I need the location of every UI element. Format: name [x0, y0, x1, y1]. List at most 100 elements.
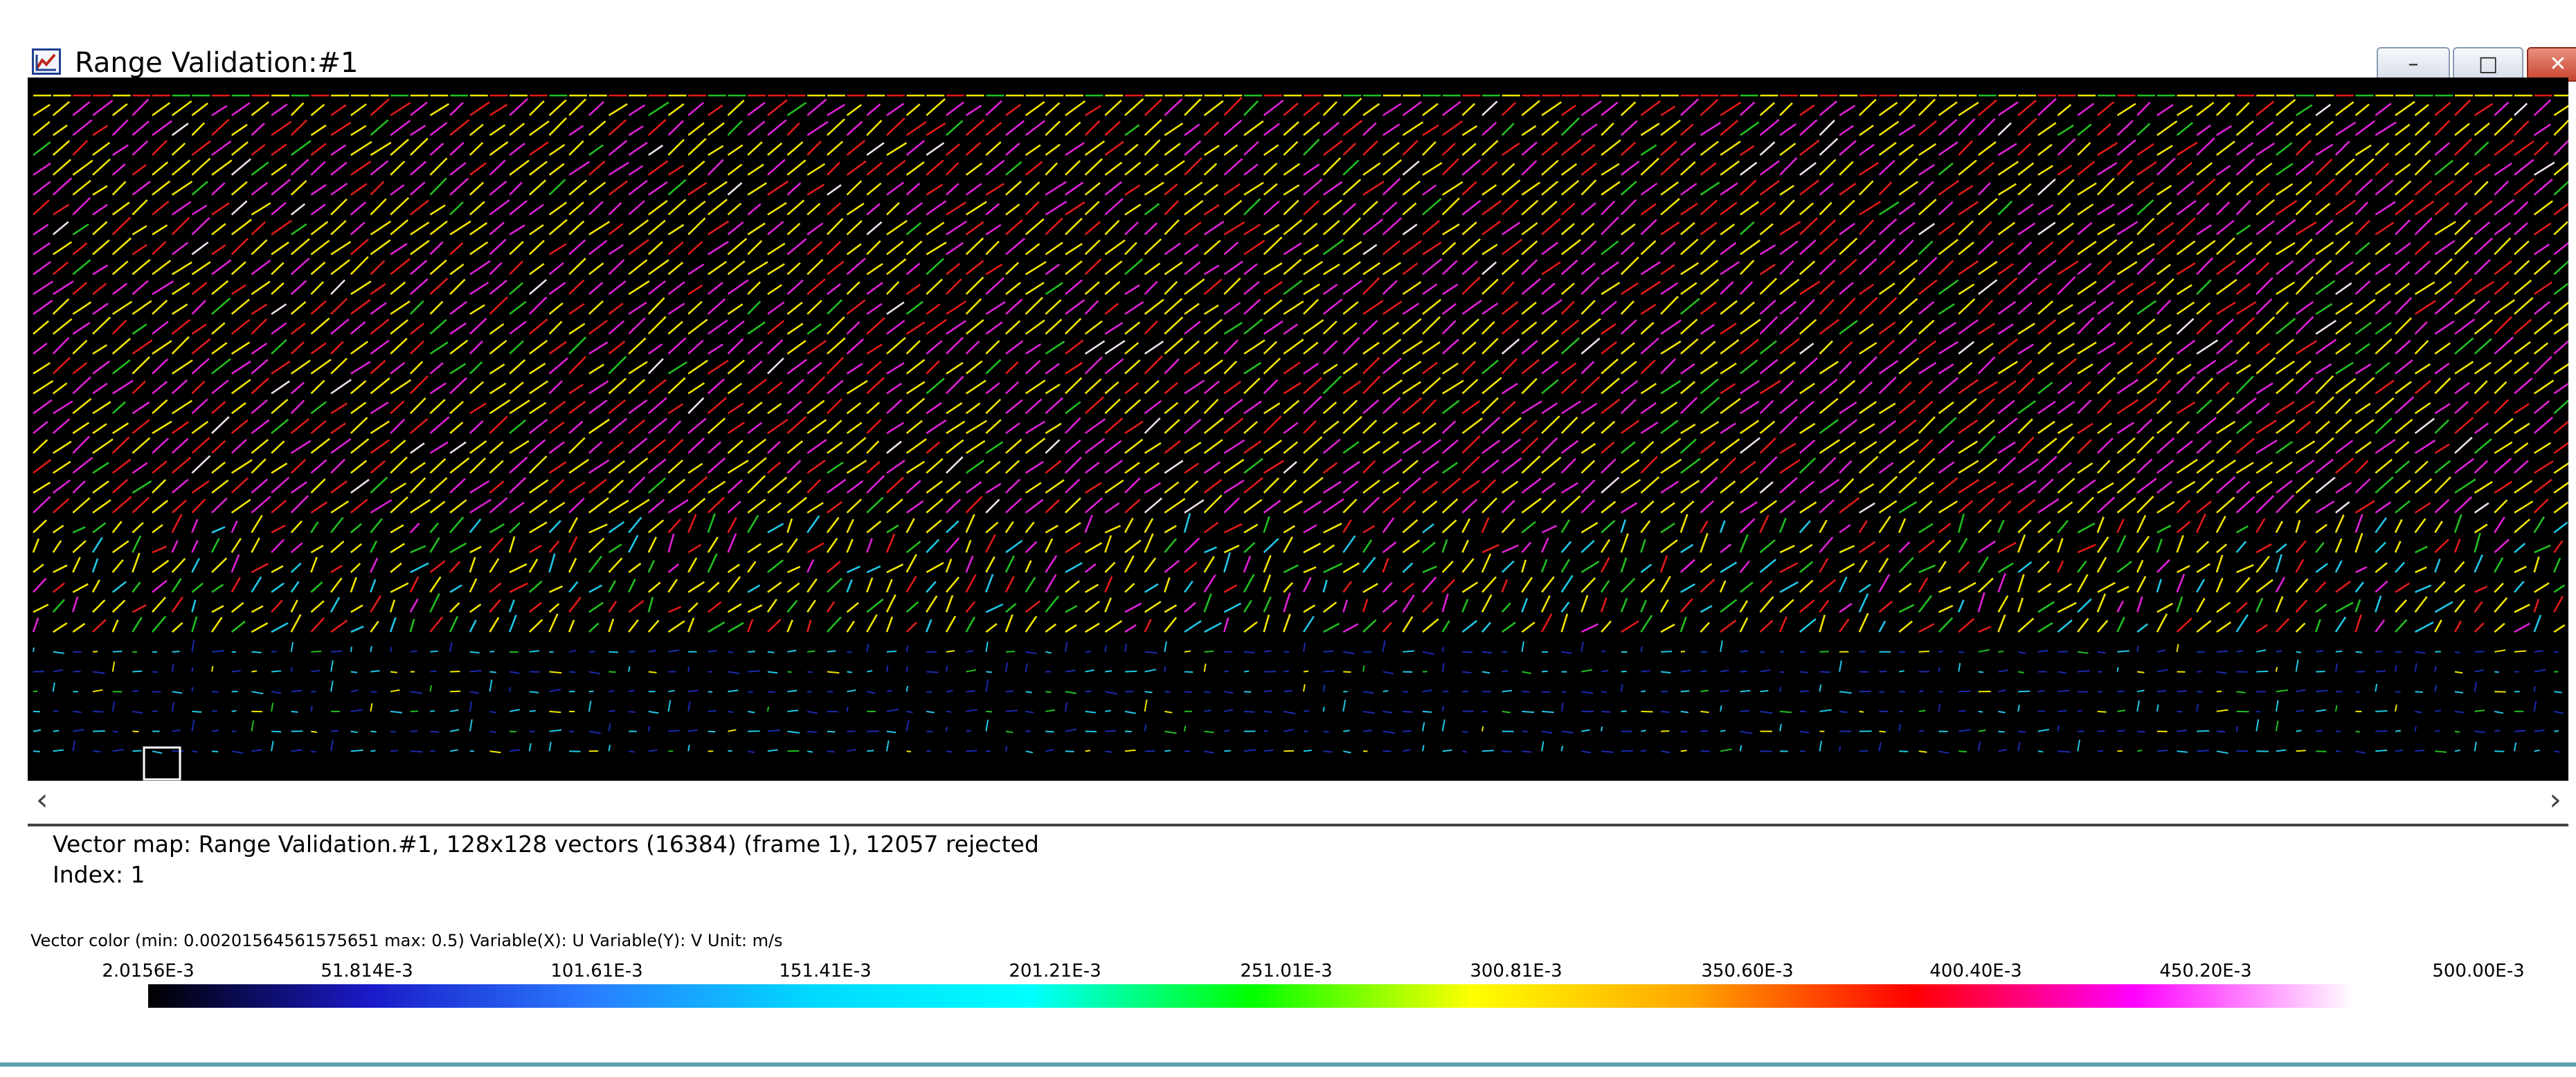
vector-arrow: [1104, 576, 1113, 593]
vector-arrow: [1620, 684, 1623, 692]
vector-arrow: [1005, 498, 1023, 514]
vector-arrow: [2057, 202, 2071, 216]
minimize-button[interactable]: –: [2377, 47, 2450, 82]
vector-arrow: [132, 437, 151, 454]
vector-arrow: [1918, 301, 1935, 315]
chevron-left-icon[interactable]: ‹: [36, 784, 48, 817]
vector-arrow: [1065, 201, 1086, 216]
vector-arrow: [2434, 142, 2450, 156]
vector-arrow: [271, 380, 290, 395]
vector-arrow: [1977, 398, 1996, 415]
vector-arrow: [2295, 377, 2314, 395]
vector-arrow: [132, 419, 150, 435]
vector-arrow: [1542, 691, 1551, 694]
vector-arrow: [2017, 705, 2020, 712]
vector-arrow: [548, 341, 567, 355]
vector-arrow: [1144, 379, 1160, 395]
vector-arrow: [1839, 419, 1858, 435]
vector-arrow: [1541, 482, 1556, 494]
vector-arrow: [231, 554, 240, 573]
vector-arrow: [1878, 360, 1899, 374]
vector-arrow: [886, 159, 906, 176]
vector-arrow: [2494, 381, 2507, 395]
vector-arrow: [210, 538, 220, 553]
vector-arrow: [1045, 181, 1067, 196]
vector-arrow: [2196, 513, 2206, 534]
vector-arrow: [727, 303, 744, 315]
vector-arrow: [1283, 280, 1303, 296]
horizontal-scrollbar[interactable]: ‹ ›: [28, 781, 2568, 820]
vector-arrow: [1283, 323, 1299, 335]
vector-arrow: [1084, 600, 1100, 613]
vector-arrow: [409, 598, 419, 613]
vector-arrow: [1283, 479, 1297, 494]
vector-arrow: [2097, 322, 2111, 335]
vector-arrow: [926, 561, 944, 574]
vector-arrow: [1144, 482, 1162, 494]
vector-arrow: [1322, 375, 1342, 395]
vector-arrow: [350, 478, 370, 494]
vector-arrow: [2097, 362, 2111, 374]
vector-arrow: [1025, 577, 1036, 593]
vector-arrow: [2354, 120, 2375, 136]
vector-arrow: [1224, 750, 1231, 752]
vector-arrow: [945, 665, 948, 672]
vector-map-plot[interactable]: [28, 78, 2568, 781]
vector-arrow: [2514, 565, 2527, 574]
vector-arrow: [2136, 318, 2156, 335]
vector-arrow: [886, 650, 897, 653]
vector-arrow: [211, 666, 214, 672]
vector-arrow: [667, 478, 686, 494]
vector-arrow: [1144, 203, 1160, 216]
vector-arrow: [2097, 203, 2115, 216]
vector-arrow: [1461, 125, 1478, 136]
vector-arrow: [747, 261, 768, 275]
vector-arrow: [2414, 321, 2428, 335]
vector-arrow: [1620, 519, 1627, 533]
vector-arrow: [2514, 500, 2534, 514]
vector-arrow: [1918, 709, 1926, 712]
vector-arrow: [2216, 339, 2233, 355]
vector-arrow: [2553, 595, 2564, 613]
vector-arrow: [1441, 593, 1449, 613]
vector-arrow: [687, 437, 705, 454]
vector-arrow: [350, 361, 371, 375]
vector-arrow: [390, 710, 403, 714]
vector-arrow: [2276, 199, 2298, 216]
vector-arrow: [509, 320, 527, 335]
vector-arrow: [2176, 573, 2186, 593]
close-button[interactable]: ✕: [2527, 47, 2576, 82]
vector-arrow: [2334, 560, 2343, 573]
chevron-right-icon[interactable]: ›: [2549, 784, 2561, 817]
selection-box[interactable]: [143, 746, 181, 781]
vector-arrow: [171, 336, 190, 355]
vector-arrow: [1084, 396, 1104, 415]
vector-arrow: [1402, 318, 1422, 335]
vector-arrow: [2097, 123, 2111, 136]
vector-arrow: [290, 381, 305, 395]
vector-arrow: [1839, 199, 1855, 216]
vector-arrow: [1263, 460, 1284, 474]
vector-arrow: [1322, 579, 1328, 592]
vector-arrow: [549, 729, 562, 732]
vector-arrow: [469, 162, 487, 176]
vector-arrow: [1581, 669, 1593, 673]
vector-arrow: [72, 119, 93, 136]
vector-arrow: [1799, 520, 1811, 534]
vector-arrow: [231, 284, 246, 296]
vector-arrow: [1461, 318, 1479, 335]
vector-arrow: [1243, 377, 1261, 395]
vector-arrow: [1382, 379, 1403, 395]
vector-arrow: [1104, 561, 1116, 573]
vector-arrow: [1362, 440, 1380, 454]
vector-arrow: [2534, 442, 2552, 454]
vector-arrow: [2454, 260, 2469, 275]
vector-arrow: [2354, 514, 2363, 533]
vector-arrow: [1045, 422, 1062, 435]
vector-arrow: [1263, 144, 1279, 156]
vector-arrow: [965, 105, 982, 116]
vector-arrow: [807, 502, 824, 514]
vector-arrow: [548, 357, 569, 374]
title-bar[interactable]: Range Validation:#1 – □ ✕: [0, 14, 2576, 82]
maximize-button[interactable]: □: [2453, 47, 2523, 82]
